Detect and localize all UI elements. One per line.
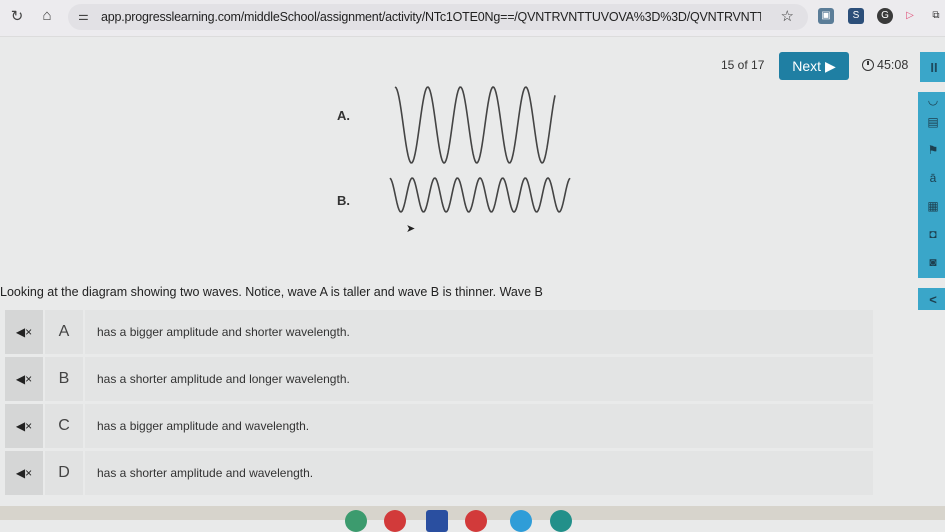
wave-a-label: A. xyxy=(337,108,350,123)
wave-a-line xyxy=(394,86,556,164)
wave-b-diagram xyxy=(389,177,571,213)
answer-choice-c[interactable]: ◀× C has a bigger amplitude and waveleng… xyxy=(5,404,873,448)
timer-value: 45:08 xyxy=(877,58,909,72)
choice-letter: C xyxy=(45,404,83,448)
pause-button[interactable]: II xyxy=(920,52,945,82)
choice-text[interactable]: has a shorter amplitude and wavelength. xyxy=(85,451,873,495)
answer-choice-a[interactable]: ◀× A has a bigger amplitude and shorter … xyxy=(5,310,873,354)
speaker-muted-icon[interactable]: ◀× xyxy=(5,357,43,401)
mouse-cursor-icon: ➤ xyxy=(406,223,416,235)
answer-eliminator-icon[interactable]: ◙ xyxy=(925,254,941,270)
extensions-puzzle-icon[interactable]: ⧉ xyxy=(928,8,944,24)
extension-icon[interactable]: G xyxy=(877,8,893,24)
highlighter-icon[interactable]: ā xyxy=(925,170,941,186)
speaker-muted-icon[interactable]: ◀× xyxy=(5,310,43,354)
app-icon[interactable] xyxy=(345,510,367,532)
extension-icon[interactable]: ▷ xyxy=(902,8,918,24)
next-button[interactable]: Next ▶ xyxy=(779,52,849,80)
choice-letter: A xyxy=(45,310,83,354)
app-icon[interactable] xyxy=(550,510,572,532)
home-icon[interactable]: ⌂ xyxy=(38,7,56,24)
notes-icon[interactable]: ▦ xyxy=(925,198,941,214)
extension-icon[interactable]: S xyxy=(848,8,864,24)
speaker-muted-icon[interactable]: ◀× xyxy=(5,404,43,448)
wave-b-label: B. xyxy=(337,193,350,208)
choice-letter: D xyxy=(45,451,83,495)
star-icon[interactable]: ☆ xyxy=(781,7,794,25)
choice-text[interactable]: has a bigger amplitude and shorter wavel… xyxy=(85,310,873,354)
app-icon[interactable] xyxy=(465,510,487,532)
tool-sidebar: ◡ ▤ ⚑ ā ▦ ◘ ◙ xyxy=(918,92,945,278)
answer-choice-d[interactable]: ◀× D has a shorter amplitude and wavelen… xyxy=(5,451,873,495)
choice-letter: B xyxy=(45,357,83,401)
collapse-sidebar-button[interactable]: < xyxy=(918,288,945,310)
wave-b-line xyxy=(389,177,571,213)
flag-icon[interactable]: ⚑ xyxy=(925,142,941,158)
question-text: Looking at the diagram showing two waves… xyxy=(0,285,543,299)
clock-icon xyxy=(862,59,874,71)
timer: 45:08 xyxy=(862,58,908,72)
reload-icon[interactable]: ↻ xyxy=(8,7,26,25)
wave-a-diagram xyxy=(394,86,556,164)
site-info-icon[interactable]: ⚌ xyxy=(78,9,89,23)
app-icon[interactable] xyxy=(384,510,406,532)
speaker-muted-icon[interactable]: ◀× xyxy=(5,451,43,495)
choice-text[interactable]: has a bigger amplitude and wavelength. xyxy=(85,404,873,448)
extension-icon[interactable]: ▣ xyxy=(818,8,834,24)
accessibility-icon[interactable]: ◡ xyxy=(925,92,941,108)
question-counter: 15 of 17 xyxy=(721,58,765,72)
app-icon[interactable] xyxy=(426,510,448,532)
calculator-icon[interactable]: ▤ xyxy=(925,114,941,130)
answer-choice-b[interactable]: ◀× B has a shorter amplitude and longer … xyxy=(5,357,873,401)
app-icon[interactable] xyxy=(510,510,532,532)
sticky-note-icon[interactable]: ◘ xyxy=(925,226,941,242)
choice-text[interactable]: has a shorter amplitude and longer wavel… xyxy=(85,357,873,401)
address-bar[interactable]: ⚌ app.progresslearning.com/middleSchool/… xyxy=(68,4,808,30)
browser-toolbar: ↻ ⌂ ⚌ app.progresslearning.com/middleSch… xyxy=(0,0,945,37)
url-text[interactable]: app.progresslearning.com/middleSchool/as… xyxy=(101,10,761,24)
